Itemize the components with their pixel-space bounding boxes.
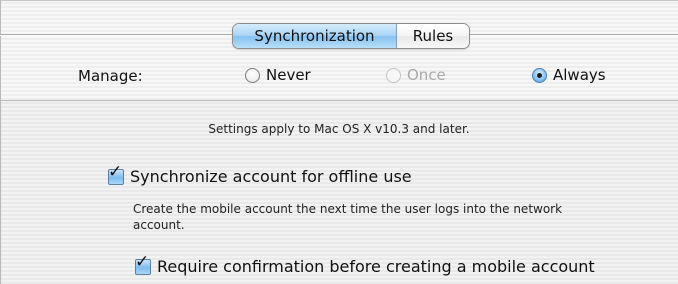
radio-always[interactable]	[532, 67, 547, 83]
window-top-border	[0, 0, 678, 1]
sync-description: Create the mobile account the next time …	[133, 202, 563, 232]
confirm-label: Require confirmation before creating a m…	[157, 257, 595, 276]
sync-label: Synchronize account for offline use	[130, 167, 412, 186]
confirm-option[interactable]: ✓ Require confirmation before creating a…	[135, 253, 595, 276]
manage-label: Manage:	[78, 67, 143, 85]
tab-synchronization[interactable]: Synchronization	[233, 24, 397, 48]
checkmark-icon: ✓	[108, 161, 123, 182]
radio-never[interactable]	[245, 67, 260, 83]
manage-always-label: Always	[553, 66, 606, 84]
radio-once	[386, 67, 401, 83]
manage-once-label: Once	[407, 66, 446, 84]
manage-never-option[interactable]: Never	[245, 66, 311, 84]
sync-checkbox[interactable]: ✓	[108, 163, 124, 185]
section-divider	[0, 100, 678, 101]
sync-option[interactable]: ✓ Synchronize account for offline use	[108, 163, 412, 186]
confirm-checkbox[interactable]: ✓	[135, 253, 151, 275]
checkmark-icon: ✓	[135, 251, 150, 272]
settings-note: Settings apply to Mac OS X v10.3 and lat…	[208, 122, 470, 136]
tab-rules[interactable]: Rules	[397, 24, 469, 48]
tab-rule-left	[0, 34, 232, 36]
tab-rule-right	[469, 34, 678, 36]
window-left-border	[0, 0, 1, 284]
manage-row: Manage: Never Once Always	[0, 60, 678, 94]
manage-never-label: Never	[266, 66, 311, 84]
tab-control: Synchronization Rules	[232, 23, 470, 49]
manage-always-option[interactable]: Always	[532, 66, 606, 84]
manage-once-option: Once	[386, 66, 446, 84]
